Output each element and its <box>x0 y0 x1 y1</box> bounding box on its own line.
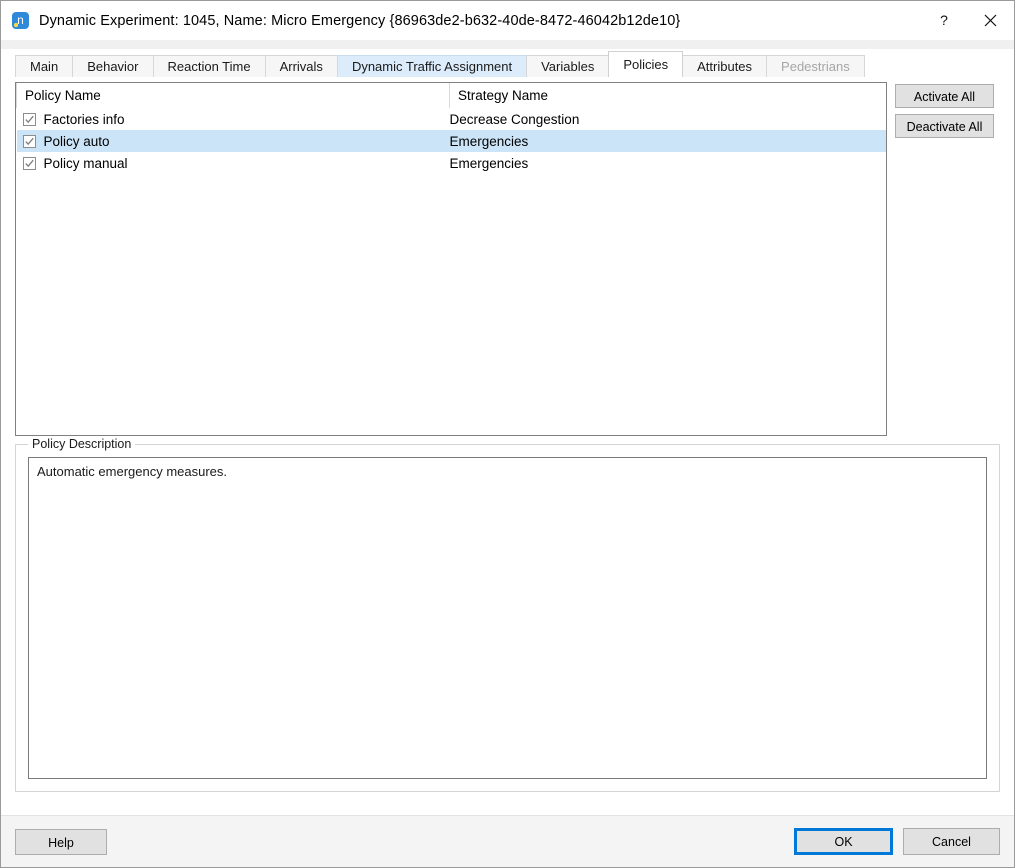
tab-variables[interactable]: Variables <box>526 55 609 77</box>
tab-reaction-time[interactable]: Reaction Time <box>153 55 266 77</box>
tab-bar: Main Behavior Reaction Time Arrivals Dyn… <box>1 49 1014 77</box>
table-row[interactable]: Factories info Decrease Congestion <box>17 108 887 130</box>
cell-policy-name: Policy manual <box>44 156 128 171</box>
cell-strategy-name: Emergencies <box>450 152 887 174</box>
help-icon[interactable]: ? <box>920 1 967 40</box>
table-header-row: Policy Name Strategy Name <box>17 83 887 108</box>
dynamic-experiment-dialog: n Dynamic Experiment: 1045, Name: Micro … <box>0 0 1015 868</box>
policy-description-label: Policy Description <box>28 437 135 451</box>
cancel-button[interactable]: Cancel <box>903 828 1000 855</box>
tab-pedestrians: Pedestrians <box>766 55 865 77</box>
row-checkbox[interactable] <box>23 135 36 148</box>
aimsun-n-icon: n <box>12 12 29 29</box>
policy-description-group: Policy Description Automatic emergency m… <box>15 444 1000 792</box>
row-checkbox[interactable] <box>23 157 36 170</box>
activate-all-button[interactable]: Activate All <box>895 84 994 108</box>
tab-dynamic-traffic-assignment[interactable]: Dynamic Traffic Assignment <box>337 55 527 77</box>
tab-main[interactable]: Main <box>15 55 73 77</box>
help-button[interactable]: Help <box>15 829 107 855</box>
title-bar-buttons: ? <box>920 1 1014 40</box>
cell-policy-name: Factories info <box>44 112 125 127</box>
table-row[interactable]: Policy manual Emergencies <box>17 152 887 174</box>
close-icon[interactable] <box>967 1 1014 40</box>
policy-description-textarea[interactable]: Automatic emergency measures. <box>28 457 987 779</box>
table-row[interactable]: Policy auto Emergencies <box>17 130 887 152</box>
policies-side-buttons: Activate All Deactivate All <box>895 82 994 144</box>
title-bar: n Dynamic Experiment: 1045, Name: Micro … <box>1 1 1014 40</box>
dialog-footer: Help OK Cancel <box>1 815 1014 867</box>
tab-arrivals[interactable]: Arrivals <box>265 55 338 77</box>
column-header-strategy-name[interactable]: Strategy Name <box>450 83 887 108</box>
ok-button[interactable]: OK <box>794 828 893 855</box>
cell-strategy-name: Emergencies <box>450 130 887 152</box>
cell-policy-name: Policy auto <box>44 134 110 149</box>
svg-text:?: ? <box>940 13 948 28</box>
tab-policies[interactable]: Policies <box>608 51 683 77</box>
policies-top-row: Policy Name Strategy Name <box>15 77 1000 436</box>
cell-strategy-name: Decrease Congestion <box>450 108 887 130</box>
tab-behavior[interactable]: Behavior <box>72 55 153 77</box>
deactivate-all-button[interactable]: Deactivate All <box>895 114 994 138</box>
policies-table[interactable]: Policy Name Strategy Name <box>15 82 887 436</box>
column-header-policy-name[interactable]: Policy Name <box>17 83 450 108</box>
window-title: Dynamic Experiment: 1045, Name: Micro Em… <box>39 13 680 29</box>
row-checkbox[interactable] <box>23 113 36 126</box>
tab-attributes[interactable]: Attributes <box>682 55 767 77</box>
policies-tab-panel: Policy Name Strategy Name <box>1 77 1014 815</box>
